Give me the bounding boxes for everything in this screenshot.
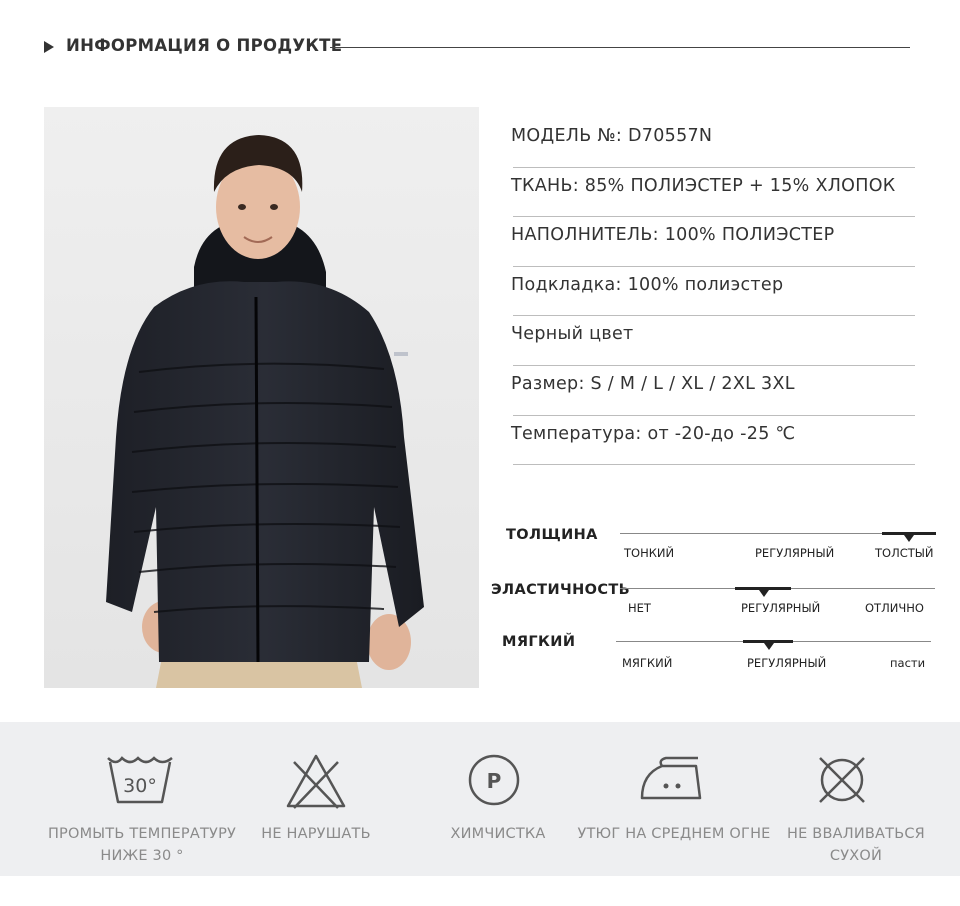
care-label: НЕ ВВАЛИВАТЬСЯ [787, 826, 925, 842]
spec-lining: Подкладка: 100% полиэстер [510, 267, 915, 317]
dry-clean-letter: P [487, 769, 502, 793]
dry-clean-p-icon: P [468, 754, 520, 806]
spec-text: Температура: от -20-до -25 ℃ [511, 423, 796, 444]
spec-text: МОДЕЛЬ №: D70557N [511, 126, 713, 146]
spec-text: Размер: S / M / L / XL / 2XL 3XL [511, 373, 795, 394]
scale-option: РЕГУЛЯРНЫЙ [755, 546, 835, 560]
care-dryclean: P ХИМЧИСТКА [398, 722, 598, 876]
wash-temp-text: 30° [123, 775, 157, 797]
care-tumble: НЕ ВВАЛИВАТЬСЯ СУХОЙ [756, 722, 956, 876]
spec-size: Размер: S / M / L / XL / 2XL 3XL [510, 366, 915, 416]
iron-medium-icon [640, 756, 702, 800]
do-not-bleach-icon [286, 754, 346, 809]
spec-text: Подкладка: 100% полиэстер [511, 274, 784, 295]
scale-pointer-icon [759, 590, 769, 597]
section-title: ИНФОРМАЦИЯ О ПРОДУКТЕ [66, 36, 343, 55]
header-divider [330, 47, 910, 48]
spec-text: ТКАНЬ: 85% ПОЛИЭСТЕР + 15% ХЛОПОК [511, 175, 896, 196]
care-iron: УТЮГ НА СРЕДНЕМ ОГНЕ [574, 722, 774, 876]
scale-option: ТОЛСТЫЙ [875, 546, 934, 560]
scale-option: пасти [890, 656, 926, 670]
care-label: ХИМЧИСТКА [450, 826, 546, 842]
spec-model: МОДЕЛЬ №: D70557N [510, 118, 915, 168]
scale-label: МЯГКИЙ [502, 634, 576, 650]
scale-option: НЕТ [628, 601, 651, 615]
spec-filling: НАПОЛНИТЕЛЬ: 100% ПОЛИЭСТЕР [510, 217, 915, 267]
triangle-bullet-icon [44, 41, 54, 53]
scale-option: РЕГУЛЯРНЫЙ [747, 656, 827, 670]
care-bleach: НЕ НАРУШАТЬ [216, 722, 416, 876]
divider [513, 464, 915, 466]
scale-option: РЕГУЛЯРНЫЙ [741, 601, 821, 615]
scale-pointer-icon [904, 535, 914, 542]
care-label: УТЮГ НА СРЕДНЕМ ОГНЕ [577, 826, 771, 842]
do-not-tumble-dry-icon [819, 757, 865, 803]
care-wash: 30° ПРОМЫТЬ ТЕМПЕРАТУРУ НИЖЕ 30 ° [42, 722, 242, 876]
scale-option: ТОНКИЙ [624, 546, 675, 560]
spec-temperature: Температура: от -20-до -25 ℃ [510, 416, 915, 466]
jacket-model-illustration [44, 107, 479, 688]
scale-label: ТОЛЩИНА [506, 527, 598, 543]
scale-pointer-icon [764, 643, 774, 650]
product-photo [44, 107, 479, 688]
scale-option: ОТЛИЧНО [865, 601, 924, 615]
spec-color: Черный цвет [510, 316, 915, 366]
wash-30-icon: 30° [107, 756, 173, 804]
care-label: СУХОЙ [829, 848, 883, 864]
spec-text: Черный цвет [511, 324, 634, 345]
section-header: ИНФОРМАЦИЯ О ПРОДУКТЕ [44, 36, 910, 58]
scale-label: ЭЛАСТИЧНОСТЬ [491, 582, 631, 598]
spec-text: НАПОЛНИТЕЛЬ: 100% ПОЛИЭСТЕР [511, 225, 835, 246]
scale-option: МЯГКИЙ [622, 656, 673, 670]
spec-list: МОДЕЛЬ №: D70557N ТКАНЬ: 85% ПОЛИЭСТЕР +… [510, 118, 915, 466]
care-instructions: 30° ПРОМЫТЬ ТЕМПЕРАТУРУ НИЖЕ 30 ° НЕ НАР… [0, 722, 960, 876]
spec-fabric: ТКАНЬ: 85% ПОЛИЭСТЕР + 15% ХЛОПОК [510, 168, 915, 218]
care-label: НЕ НАРУШАТЬ [261, 826, 371, 842]
